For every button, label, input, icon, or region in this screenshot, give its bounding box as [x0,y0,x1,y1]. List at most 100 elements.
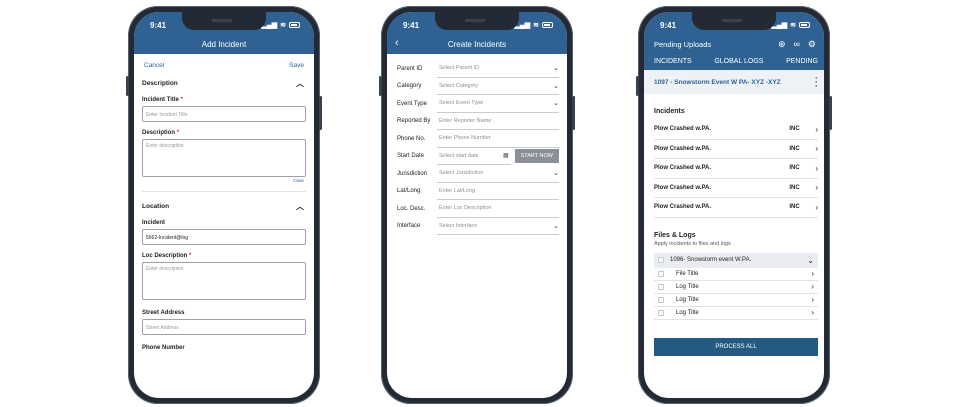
chevron-up-icon[interactable]: ︿ [296,78,304,89]
event-header[interactable]: 1097 - Snowstorm Event W PA- XYZ -XYZ · ·… [644,70,824,94]
chevron-down-icon: ⌄ [553,65,559,73]
loc-description-input[interactable]: Enter Loc Description [437,200,559,218]
checkbox[interactable] [658,283,664,290]
incident-row[interactable]: Plow Crashed w.PA. INC › [654,179,818,198]
chevron-right-icon: › [815,202,818,212]
start-now-button[interactable]: START NOW [514,149,559,164]
notch [182,12,266,30]
file-group-row[interactable]: 1096- Snowstorm event W.PA. ⌄ [654,252,818,268]
chevron-right-icon: › [815,163,818,173]
save-button[interactable]: Save [289,62,304,69]
interface-select[interactable]: Select Interface ⌄ [437,218,559,235]
log-item[interactable]: Log Title › [654,281,818,294]
chevron-right-icon: › [815,124,818,134]
form-row-lat-long: Lat/Long Enter Lat/Long [387,183,567,200]
screen: 9:41 ▂▄▆ ≋ Add Incident Cancel Save Descr… [134,12,314,398]
volume-button [126,76,129,96]
notch [435,12,519,30]
battery-icon [799,22,810,28]
jurisdiction-select[interactable]: Select Jurisdiction ⌄ [437,165,559,183]
add-icon[interactable]: ⊕ [778,39,786,50]
form-row-category: Category Select Category ⌄ [387,78,567,95]
event-title: 1097 - Snowstorm Event W PA- XYZ -XYZ [654,78,781,86]
field-label: Category [397,83,422,90]
form-row-parent-id: Parent ID Select Parent ID ⌄ [387,60,567,78]
description-textarea[interactable]: Enter description [142,139,306,177]
form-row-interface: Interface Select Interface ⌄ [387,218,567,235]
more-vertical-icon[interactable]: · · · [815,74,818,91]
required-mark: * [180,97,183,103]
street-address-label: Street Address [142,310,185,316]
category-select[interactable]: Select Category ⌄ [437,78,559,95]
page-title: Create Incidents [447,39,507,49]
power-button [319,96,322,130]
section-title: Location [142,203,170,210]
power-button [829,96,832,130]
chevron-down-icon[interactable]: ⌄ [807,256,814,265]
battery-icon [289,22,300,28]
form-row-phone: Phone No. Enter Phone Number [387,130,567,148]
status-badge: INC [789,145,800,152]
form-row-start-date: Start Date Select start date ▦ START NOW [387,148,567,165]
log-item[interactable]: Log Title › [654,294,818,307]
checkbox[interactable] [658,270,664,277]
phone-number-input[interactable]: Enter Phone Number [437,130,559,148]
street-address-input[interactable]: Street Address [142,319,306,335]
incident-row[interactable]: Plow Crashed w.PA. INC › [654,140,818,159]
wifi-icon: ≋ [790,22,796,29]
chevron-right-icon: › [811,295,814,304]
form-row-event-type: Event Type Select Event Type ⌄ [387,95,567,113]
start-date-input[interactable]: Select start date ▦ [437,148,511,165]
clear-button[interactable]: Clear [134,177,314,183]
back-arrow-icon[interactable]: ‹ [395,37,399,49]
status-time: 9:41 [150,20,167,30]
field-label: Jurisdiction [397,170,428,177]
field-label: Start Date [397,153,425,160]
description-label: Description * [142,130,180,136]
checkbox[interactable] [658,309,664,316]
checkbox[interactable] [658,296,664,303]
chevron-up-icon[interactable]: ︿ [296,201,304,212]
incident-row[interactable]: Plow Crashed w.PA. INC › [654,120,818,140]
phone-pending-uploads: 9:41 ▂▄▆ ≋ Pending Uploads ⊕ ∞ ⚙ INCIDENT… [636,6,832,404]
tab-bar: INCIDENTS GLOBAL LOGS PENDING [644,54,824,70]
incident-title-label: Incident Title * [142,97,183,103]
log-item[interactable]: Log Title › [654,307,818,320]
screen: 9:41 ▂▄▆ ≋ Pending Uploads ⊕ ∞ ⚙ INCIDENT… [644,12,824,398]
incident-title-input[interactable]: Enter Incident Title [142,106,306,122]
status-time: 9:41 [660,20,677,30]
parent-id-select[interactable]: Select Parent ID ⌄ [437,60,559,78]
description-section-header[interactable]: Description ︿ [134,69,314,89]
phone-create-incidents: 9:41 ▂▄▆ ≋ ‹ Create Incidents Parent ID S… [379,6,575,404]
files-logs-heading: Files & Logs [654,231,696,239]
incident-row[interactable]: Plow Crashed w.PA. INC › [654,159,818,179]
gear-icon[interactable]: ⚙ [808,39,816,50]
tab-incidents[interactable]: INCIDENTS [654,58,692,65]
field-label: Lat/Long [397,188,421,195]
chevron-right-icon: › [815,183,818,193]
file-item[interactable]: File Title › [654,268,818,281]
section-title: Description [142,80,178,87]
status-badge: INC [789,126,800,133]
reporter-name-input[interactable]: Enter Reporter Name [437,113,559,130]
form-row-loc-desc: Loc. Desc. Enter Loc Description [387,200,567,218]
location-section-header[interactable]: Location ︿ [134,192,314,212]
incident-input[interactable]: 5662-Incident@log [142,229,306,245]
loc-description-textarea[interactable]: Enter description [142,262,306,300]
tab-pending[interactable]: PENDING [786,58,818,65]
form-row-reported-by: Reported By Enter Reporter Name [387,113,567,130]
chevron-right-icon: › [811,282,814,291]
event-type-select[interactable]: Select Event Type ⌄ [437,95,559,113]
chevron-down-icon: ⌄ [553,170,559,178]
field-label: Event Type [397,100,427,107]
incident-row[interactable]: Plow Crashed w.PA. INC › [654,198,818,218]
lat-long-input[interactable]: Enter Lat/Long [437,183,559,200]
field-label: Loc. Desc. [397,205,426,212]
link-icon[interactable]: ∞ [794,39,800,50]
tab-global-logs[interactable]: GLOBAL LOGS [714,58,763,65]
calendar-icon[interactable]: ▦ [503,152,509,159]
checkbox[interactable] [658,257,664,263]
cancel-button[interactable]: Cancel [144,62,164,69]
screen: 9:41 ▂▄▆ ≋ ‹ Create Incidents Parent ID S… [387,12,567,398]
process-all-button[interactable]: PROCESS ALL [654,337,818,356]
